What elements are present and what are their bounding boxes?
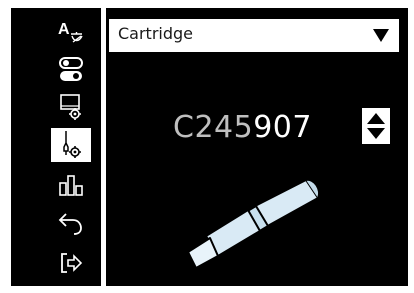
sidebar-item-language[interactable]: A <box>51 14 91 48</box>
cartridge-code: C245907 <box>173 110 312 145</box>
cartridge-code-prefix: C245 <box>173 110 254 145</box>
svg-text:A: A <box>58 21 70 38</box>
dropdown-label: Cartridge <box>118 24 194 43</box>
exit-icon <box>61 253 83 273</box>
sidebar-item-exit[interactable] <box>51 246 91 280</box>
sidebar-divider <box>101 8 106 286</box>
station-settings-icon <box>60 94 81 120</box>
sidebar-item-station-settings[interactable] <box>51 90 91 124</box>
device-screen: A Cartridge C245907 <box>11 8 408 286</box>
chevron-down-icon <box>373 29 389 42</box>
sidebar-item-tool-settings[interactable] <box>51 128 91 162</box>
bar-chart-icon <box>59 175 83 196</box>
toggle-switches-icon <box>59 57 83 81</box>
cartridge-tip-image <box>187 178 320 269</box>
language-icon: A <box>58 21 83 43</box>
sidebar-item-back[interactable] <box>51 206 91 240</box>
sidebar-item-statistics[interactable] <box>51 168 91 202</box>
cartridge-dropdown[interactable]: Cartridge <box>109 19 399 52</box>
cartridge-stepper[interactable] <box>362 108 390 144</box>
sidebar-menu: A <box>11 8 103 286</box>
tool-settings-icon <box>63 131 81 158</box>
cartridge-code-suffix: 907 <box>253 110 312 145</box>
sidebar-item-toggles[interactable] <box>51 52 91 86</box>
up-down-arrows-icon <box>367 113 385 139</box>
back-arrow-icon <box>58 213 82 235</box>
